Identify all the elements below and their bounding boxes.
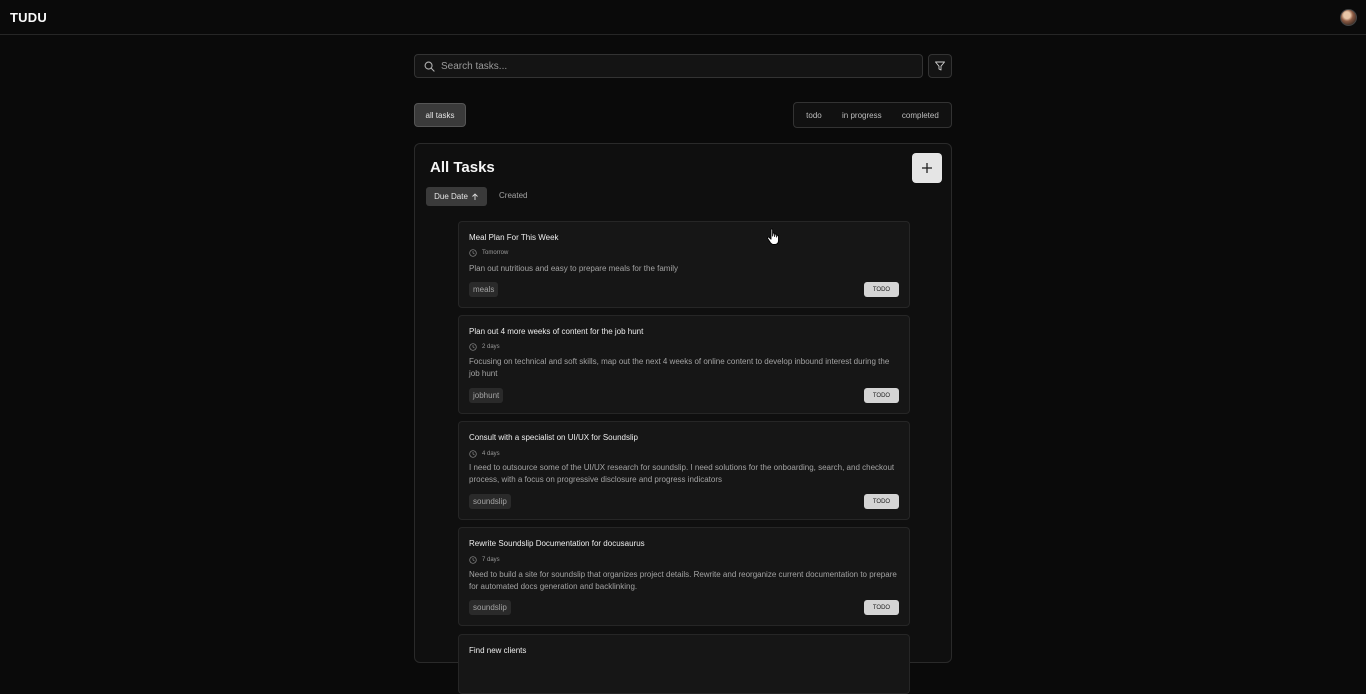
task-title: Consult with a specialist on UI/UX for S…: [469, 433, 638, 442]
clock-icon: [469, 556, 477, 564]
search-icon: [424, 61, 435, 72]
task-due: 4 days: [469, 450, 500, 458]
status-tab-in-progress[interactable]: in progress: [839, 111, 885, 120]
status-tab-todo[interactable]: todo: [803, 111, 825, 120]
task-title: Rewrite Soundslip Documentation for docu…: [469, 539, 645, 548]
search-bar: [414, 54, 923, 78]
task-due-text: 2 days: [482, 344, 500, 350]
task-title: Plan out 4 more weeks of content for the…: [469, 327, 644, 336]
task-description: Need to build a site for soundslip that …: [469, 570, 897, 591]
clock-icon: [469, 343, 477, 351]
task-due-text: 4 days: [482, 451, 500, 457]
task-title: Meal Plan For This Week: [469, 233, 559, 242]
task-description: I need to outsource some of the UI/UX re…: [469, 463, 895, 484]
task-tag[interactable]: soundslip: [469, 494, 511, 509]
sort-due-label: Due Date: [434, 192, 468, 201]
search-input[interactable]: [441, 60, 901, 72]
sort-created-button[interactable]: Created: [499, 191, 527, 200]
status-filter-group: todo in progress completed: [793, 102, 952, 128]
sort-due-date-button[interactable]: Due Date: [426, 187, 487, 206]
task-tag[interactable]: jobhunt: [469, 388, 504, 403]
app-logo[interactable]: TUDU: [10, 10, 47, 25]
task-card[interactable]: Meal Plan For This Week Tomorrow Plan ou…: [458, 221, 910, 308]
task-title: Find new clients: [469, 646, 527, 655]
task-due-text: 7 days: [482, 557, 500, 563]
clock-icon: [469, 450, 477, 458]
filter-icon: [935, 61, 945, 71]
task-tag[interactable]: meals: [469, 282, 499, 297]
task-card[interactable]: Plan out 4 more weeks of content for the…: [458, 315, 910, 414]
arrow-up-icon: [472, 192, 478, 200]
top-bar: TUDU: [0, 0, 1366, 35]
hand-cursor-icon: [767, 228, 779, 245]
task-description: Plan out nutritious and easy to prepare …: [469, 264, 678, 273]
clock-icon: [469, 249, 477, 257]
task-card[interactable]: Rewrite Soundslip Documentation for docu…: [458, 527, 910, 626]
task-card[interactable]: Find new clients: [458, 634, 910, 694]
status-tab-completed[interactable]: completed: [899, 111, 942, 120]
all-tasks-button[interactable]: all tasks: [414, 103, 466, 127]
status-badge[interactable]: TODO: [864, 388, 899, 403]
add-task-button[interactable]: [912, 153, 942, 183]
status-badge[interactable]: TODO: [864, 600, 899, 615]
task-due: 7 days: [469, 556, 500, 564]
task-due: Tomorrow: [469, 249, 508, 257]
filter-button[interactable]: [928, 54, 952, 78]
status-badge[interactable]: TODO: [864, 282, 899, 297]
task-description: Focusing on technical and soft skills, m…: [469, 357, 890, 378]
status-badge[interactable]: TODO: [864, 494, 899, 509]
tasks-panel: All Tasks Due Date Created Meal Plan For…: [414, 143, 952, 694]
task-tag[interactable]: soundslip: [469, 600, 511, 615]
task-due: 2 days: [469, 343, 500, 351]
plus-icon: [922, 163, 932, 173]
task-card[interactable]: Consult with a specialist on UI/UX for S…: [458, 421, 910, 520]
panel-title: All Tasks: [430, 159, 495, 176]
avatar[interactable]: [1340, 8, 1357, 26]
task-due-text: Tomorrow: [482, 250, 509, 256]
